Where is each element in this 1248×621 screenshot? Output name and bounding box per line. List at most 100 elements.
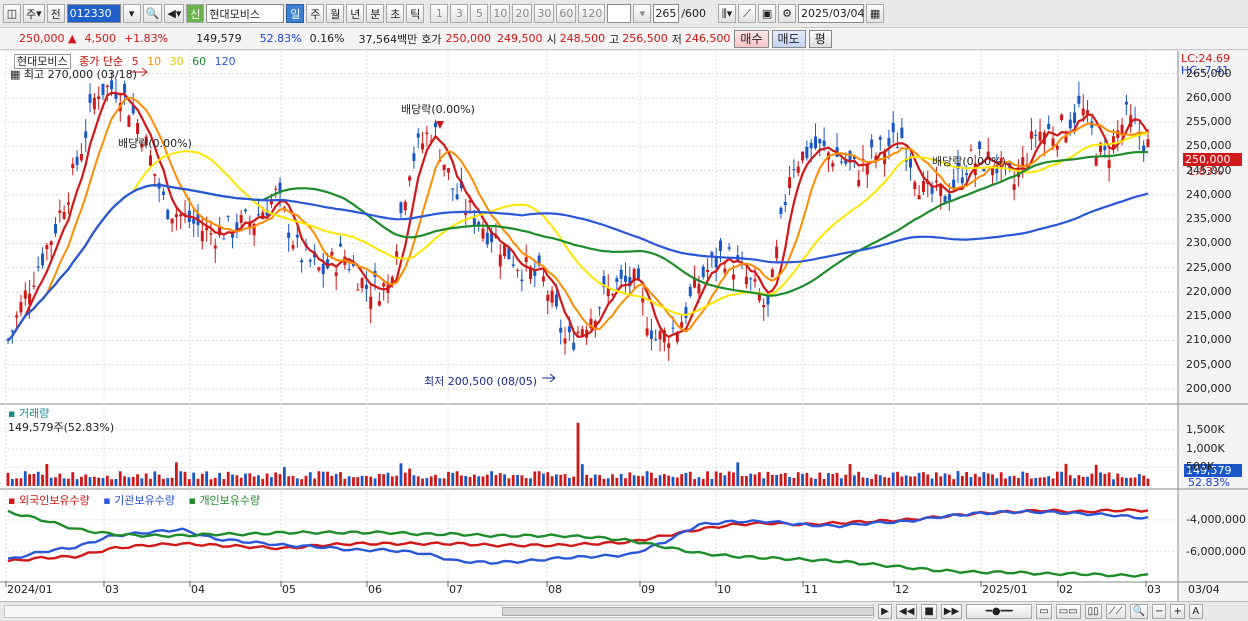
candle-body [731,274,735,280]
prefix-button[interactable]: 전 [46,4,65,23]
chart-area[interactable]: 현대모비스 종가 단순 5 10 30 60 120 ▦ 최고 270,000 … [0,51,1248,601]
volume-bar [416,476,420,486]
candle-body [136,123,140,134]
interval-5[interactable]: 5 [470,4,489,23]
price-y-tick: 200,000 [1186,382,1232,395]
period-second[interactable]: 초 [386,4,405,23]
avg-button[interactable]: 평 [808,29,832,48]
volume-bar [1137,473,1141,486]
forward-icon[interactable]: ▶▶ [940,604,963,619]
zoom-in-icon[interactable]: + [1170,604,1185,619]
layout-1-icon[interactable]: ▭ [1036,604,1052,619]
candle-body [671,327,675,329]
zoom-slider[interactable]: ━●━━ [966,604,1033,619]
volume-bar [360,475,364,486]
sell-button[interactable]: 매도 [771,29,806,48]
volume-bar [19,478,23,486]
scrollbar-thumb[interactable] [502,607,874,616]
volume-current-pct: 52.83% [1188,476,1230,489]
candle-body [727,247,731,249]
volume-bar [183,471,187,486]
play-icon[interactable]: ▶ [878,604,892,619]
buy-button[interactable]: 매수 [734,29,769,48]
volume-bar [300,479,304,486]
volume-bar [818,472,822,486]
period-type-select[interactable]: 주 ▾ [23,4,45,23]
volume-bar [32,473,36,486]
period-month[interactable]: 월 [326,4,345,23]
count-input[interactable]: 265 [653,4,680,23]
code-dropdown-icon[interactable]: ▾ [122,4,141,23]
open-price: 248,500 [559,32,606,45]
search-icon[interactable]: 🔍 [142,4,163,23]
volume-bar [481,476,485,486]
legend-institution: ▪ 기관보유수량 [103,494,175,507]
volume-bar [140,478,144,486]
interval-custom-input[interactable] [607,4,632,23]
candle-body [421,143,425,150]
draw-tool-icon[interactable]: ⟋ [738,4,757,23]
volume-bar [1107,472,1111,486]
x-tick-label: 06 [368,583,382,596]
volume-bar [848,463,852,486]
volume-bar [352,477,355,486]
volume-bar [844,474,848,486]
period-minute[interactable]: 분 [366,4,385,23]
layout-2-icon[interactable]: ▭▭ [1055,604,1081,619]
period-year[interactable]: 년 [346,4,365,23]
volume-bar [978,476,981,486]
chart-canvas[interactable] [0,51,1248,601]
volume-bar [555,474,558,486]
candle-body [101,83,105,95]
volume-bar [675,477,679,486]
text-size-icon[interactable]: A [1188,604,1203,619]
volume-bar [1073,478,1076,486]
interval-30[interactable]: 30 [534,4,555,23]
volume-bar [585,474,589,486]
interval-1[interactable]: 1 [430,4,449,23]
volume-bar [395,475,399,486]
candle-body [645,328,649,336]
gear-icon[interactable]: ⚙ [778,4,797,23]
volume-bar [1030,478,1033,486]
draw-tools-icon[interactable]: ⟋⟋ [1105,604,1126,619]
volume-bar [883,477,886,486]
candle-body [801,151,805,161]
save-icon[interactable]: ▣ [758,4,777,23]
stock-code-input[interactable]: 012330 [66,4,121,23]
volume-bar [965,472,969,486]
volume-bar [157,474,161,486]
stop-icon[interactable]: ■ [921,604,937,619]
volume-bar [218,472,221,486]
date-input[interactable]: 2025/03/04 [798,4,864,23]
candle-type-icon[interactable]: ⫼▾ [718,4,737,23]
interval-3[interactable]: 3 [450,4,469,23]
rewind-icon[interactable]: ◀◀ [896,604,918,619]
volume-bar [922,472,925,486]
layout-icon[interactable]: ◫ [3,4,21,23]
period-week[interactable]: 주 [306,4,325,23]
chart-scrollbar[interactable] [4,605,874,618]
candle-body [205,227,209,231]
zoom-icon[interactable]: 🔍 [1129,604,1149,619]
period-day[interactable]: 일 [286,4,305,23]
candle-body [1047,123,1051,130]
volume-bar [766,471,770,486]
volume-bar [101,478,105,486]
period-tick[interactable]: 틱 [406,4,425,23]
calendar-icon[interactable]: ▦ [866,4,885,23]
interval-10[interactable]: 10 [490,4,511,23]
interval-60[interactable]: 60 [556,4,577,23]
zoom-out-icon[interactable]: − [1152,604,1167,619]
volume-bar [947,474,951,486]
interval-20[interactable]: 20 [512,4,533,23]
candle-body [213,245,217,249]
layout-3-icon[interactable]: ▯▯ [1084,604,1102,619]
volume-bar [503,474,506,486]
interval-120[interactable]: 120 [578,4,606,23]
speaker-icon[interactable]: ◀▾ [164,4,185,23]
candle-body [541,276,545,282]
volume-bar [783,472,787,486]
volume-bar [624,478,627,486]
interval-dropdown-icon[interactable]: ▾ [633,4,652,23]
